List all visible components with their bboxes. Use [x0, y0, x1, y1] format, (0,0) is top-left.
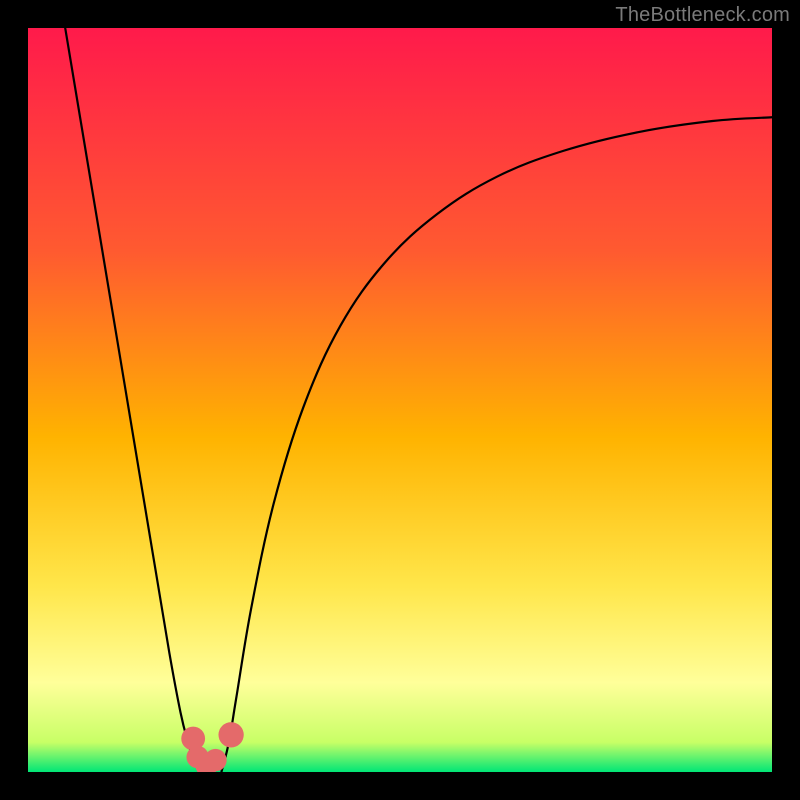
chart-watermark: TheBottleneck.com	[615, 4, 790, 27]
chart-plot-area	[28, 28, 772, 772]
accent-dot	[204, 749, 226, 771]
accent-dot	[218, 722, 243, 747]
chart-background	[28, 28, 772, 772]
chart-outer-frame: TheBottleneck.com	[0, 0, 800, 800]
chart-svg	[28, 28, 772, 772]
